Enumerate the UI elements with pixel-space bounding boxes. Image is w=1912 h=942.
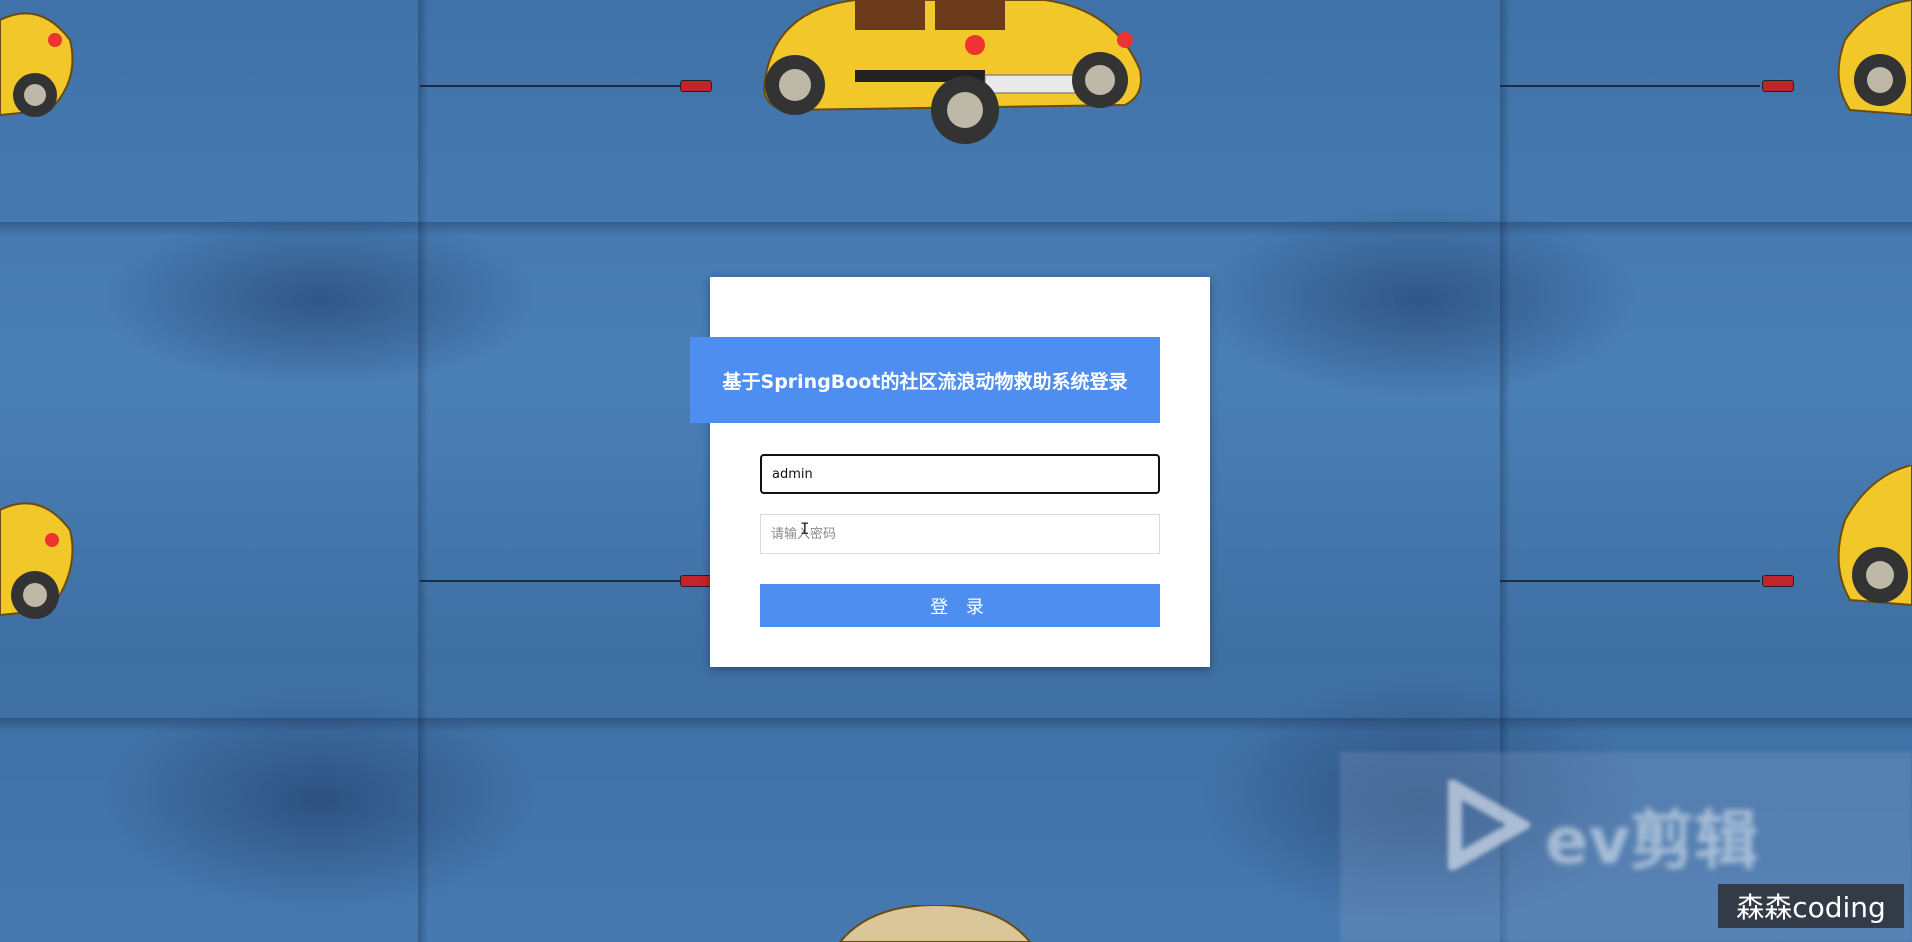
background-car-image (763, 0, 1142, 144)
watermark-logo-text: ev剪辑 (1545, 805, 1759, 879)
background-car-image (0, 12, 74, 117)
background-car-image (838, 905, 1032, 942)
background-plug (680, 80, 712, 92)
login-title: 基于SpringBoot的社区流浪动物救助系统登录 (722, 370, 1128, 393)
background-plug (1762, 575, 1794, 587)
background-plug (1762, 80, 1794, 92)
background-plug (680, 575, 712, 587)
background-tile-seam (0, 718, 1912, 732)
background-tile-seam (0, 222, 1912, 236)
username-input[interactable] (760, 454, 1160, 494)
login-button[interactable]: 登 录 (760, 584, 1160, 627)
watermark-badge: 森森coding (1718, 884, 1904, 928)
background-tile-seam (418, 0, 428, 942)
background-car-image (1837, 0, 1912, 117)
background-cable (1500, 85, 1760, 87)
ev-logo-icon (1448, 780, 1530, 870)
background-cable (1500, 580, 1760, 582)
ibeam-cursor-icon: I (800, 519, 810, 538)
login-title-banner: 基于SpringBoot的社区流浪动物救助系统登录 (690, 337, 1160, 423)
password-input[interactable] (760, 514, 1160, 554)
background-car-image (1837, 465, 1912, 607)
background-cable (420, 85, 680, 87)
background-cable (420, 580, 680, 582)
background-car-image (0, 502, 74, 619)
